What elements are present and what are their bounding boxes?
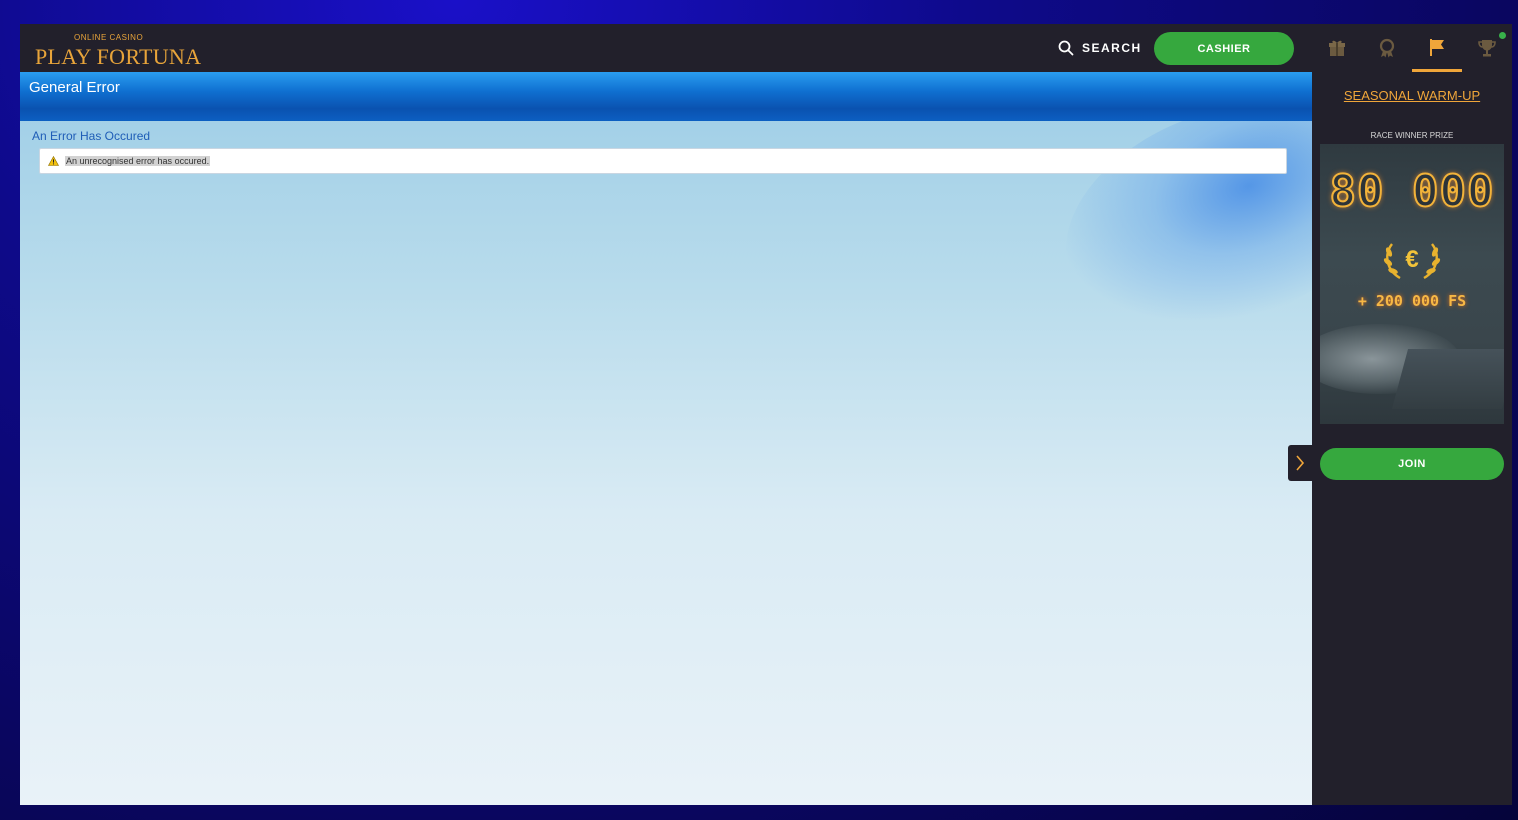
icon-tabs: [1312, 24, 1512, 72]
logo-title: PLAY FORTUNA: [35, 44, 202, 69]
sidebar-toggle-button[interactable]: [1288, 445, 1312, 481]
main-content: General Error An Error Has Occured An un…: [20, 72, 1312, 805]
badge-icon: [1379, 38, 1395, 58]
warning-icon: [48, 156, 59, 166]
tab-gifts[interactable]: [1312, 24, 1362, 72]
banner-currency: €: [1405, 246, 1418, 273]
gift-icon: [1329, 40, 1345, 56]
promo-banner[interactable]: 80 000 € + 200 000 FS: [1320, 144, 1504, 424]
prize-label: RACE WINNER PRIZE: [1370, 131, 1454, 140]
cashier-button[interactable]: CASHIER: [1154, 32, 1294, 65]
euro-laurel-icon: €: [1383, 243, 1441, 280]
promo-title-link[interactable]: SEASONAL WARM-UP: [1312, 88, 1512, 103]
top-bar: ONLINE CASINO PLAY FORTUNA SEARCH CASHIE…: [20, 24, 1312, 72]
search-button[interactable]: SEARCH: [1058, 38, 1142, 58]
tab-trophies[interactable]: [1462, 24, 1512, 72]
banner-wall-image: [1391, 349, 1504, 409]
page-title: General Error: [29, 79, 120, 96]
search-icon: [1058, 40, 1074, 56]
error-heading: An Error Has Occured: [32, 129, 151, 143]
banner-freespins: + 200 000 FS: [1357, 292, 1467, 310]
error-message: An unrecognised error has occured.: [65, 156, 211, 166]
logo[interactable]: ONLINE CASINO PLAY FORTUNA: [35, 31, 205, 69]
search-label: SEARCH: [1082, 41, 1142, 55]
flag-icon: [1430, 38, 1444, 56]
chevron-right-icon: [1296, 455, 1305, 471]
page-header: General Error: [20, 72, 1312, 121]
trophy-icon: [1478, 40, 1496, 57]
tournament-sidebar: SEASONAL WARM-UP RACE WINNER PRIZE 80 00…: [1312, 72, 1512, 805]
app-frame: ONLINE CASINO PLAY FORTUNA SEARCH CASHIE…: [20, 24, 1512, 805]
notification-dot: [1499, 32, 1506, 39]
error-message-box: An unrecognised error has occured.: [39, 148, 1287, 174]
join-button[interactable]: JOIN: [1320, 448, 1504, 480]
tab-tournaments[interactable]: [1412, 24, 1462, 72]
logo-subtitle: ONLINE CASINO: [74, 33, 144, 42]
banner-prize-amount: 80 000: [1329, 165, 1495, 218]
tab-loyalty[interactable]: [1362, 24, 1412, 72]
